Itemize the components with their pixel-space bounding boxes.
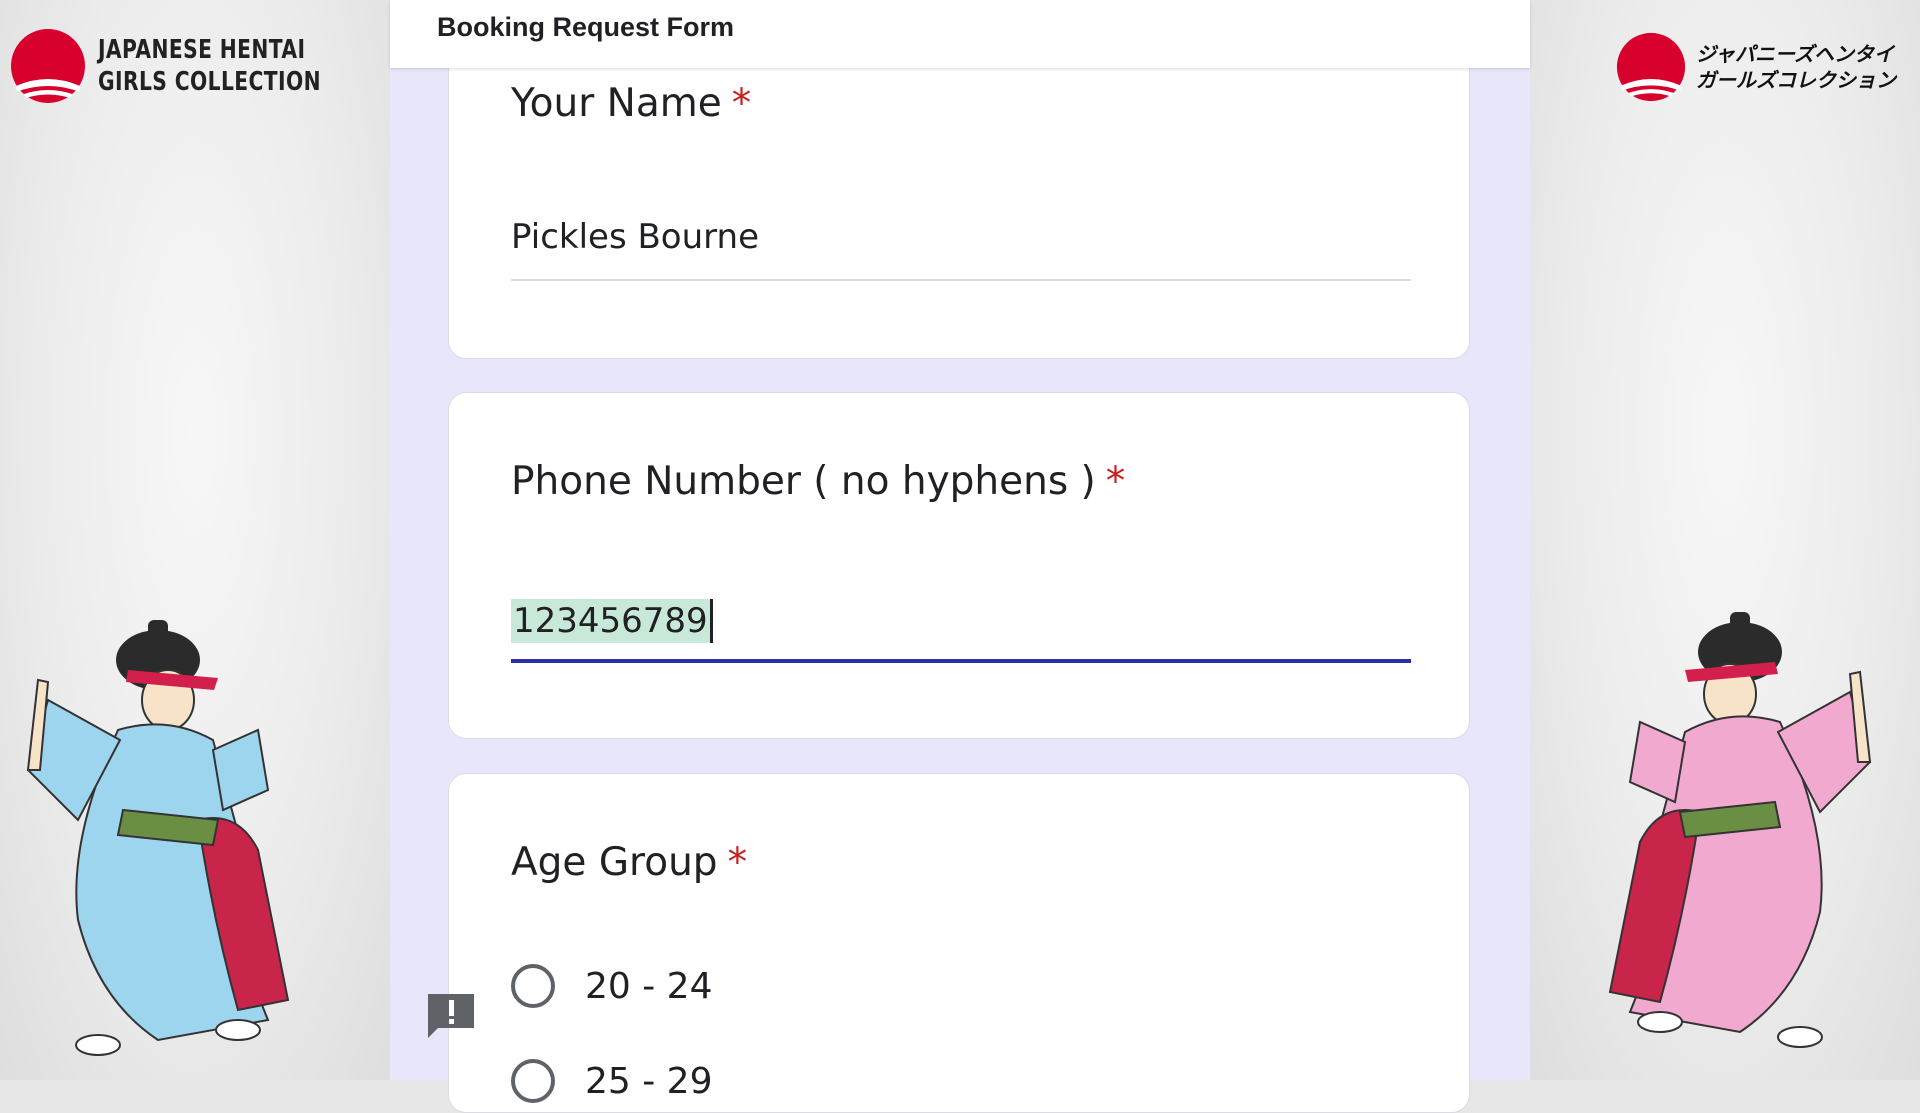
radio-button[interactable] bbox=[511, 964, 555, 1008]
radio-button[interactable] bbox=[511, 1059, 555, 1103]
brand-title-line1: JAPANESE HENTAI bbox=[98, 35, 306, 65]
report-feedback-icon[interactable] bbox=[424, 988, 478, 1042]
form-header-bar: Booking Request Form bbox=[390, 0, 1530, 68]
brand-logo-left: JAPANESE HENTAI GIRLS COLLECTION bbox=[10, 28, 384, 104]
question-label: Age Group bbox=[511, 840, 718, 885]
question-title-phone: Phone Number ( no hyphens ) * bbox=[511, 459, 1125, 504]
brand-jp-line1: ジャパニーズヘンタイ bbox=[1696, 42, 1894, 66]
question-label: Your Name bbox=[511, 81, 722, 126]
radio-label: 25 - 29 bbox=[585, 1060, 713, 1102]
geisha-illustration-right bbox=[1600, 612, 1900, 1077]
question-card-age-group: Age Group * 20 - 24 25 - 29 bbox=[448, 773, 1470, 1113]
name-input-value: Pickles Bourne bbox=[511, 217, 759, 257]
phone-input[interactable]: 123456789 bbox=[511, 599, 1411, 663]
brand-logo-right: ジャパニーズヘンタイ ガールズコレクション bbox=[1616, 32, 1896, 102]
form-column: Booking Request Form Your Name * Pickles … bbox=[390, 0, 1530, 1113]
required-asterisk: * bbox=[731, 81, 752, 126]
brand-title-line2: GIRLS COLLECTION bbox=[98, 67, 321, 97]
rising-sun-logo-icon bbox=[1616, 32, 1686, 102]
radio-label: 20 - 24 bbox=[585, 965, 713, 1007]
question-title-age-group: Age Group * bbox=[511, 840, 747, 885]
left-decorative-panel: JAPANESE HENTAI GIRLS COLLECTION bbox=[0, 0, 390, 1080]
question-label: Phone Number ( no hyphens ) bbox=[511, 459, 1096, 504]
required-asterisk: * bbox=[1105, 459, 1126, 504]
required-asterisk: * bbox=[727, 840, 748, 885]
question-card-name: Your Name * Pickles Bourne bbox=[448, 30, 1470, 359]
rising-sun-logo-icon bbox=[10, 28, 86, 104]
phone-input-value: 123456789 bbox=[511, 599, 713, 643]
question-card-phone: Phone Number ( no hyphens ) * 123456789 bbox=[448, 392, 1470, 739]
geisha-illustration-left bbox=[8, 620, 308, 1085]
name-input[interactable]: Pickles Bourne bbox=[511, 217, 1411, 281]
age-option-25-29[interactable]: 25 - 29 bbox=[511, 1059, 713, 1103]
brand-jp-line2: ガールズコレクション bbox=[1696, 68, 1896, 92]
question-title-name: Your Name * bbox=[511, 81, 751, 126]
form-title: Booking Request Form bbox=[437, 12, 735, 42]
age-option-20-24[interactable]: 20 - 24 bbox=[511, 964, 713, 1008]
